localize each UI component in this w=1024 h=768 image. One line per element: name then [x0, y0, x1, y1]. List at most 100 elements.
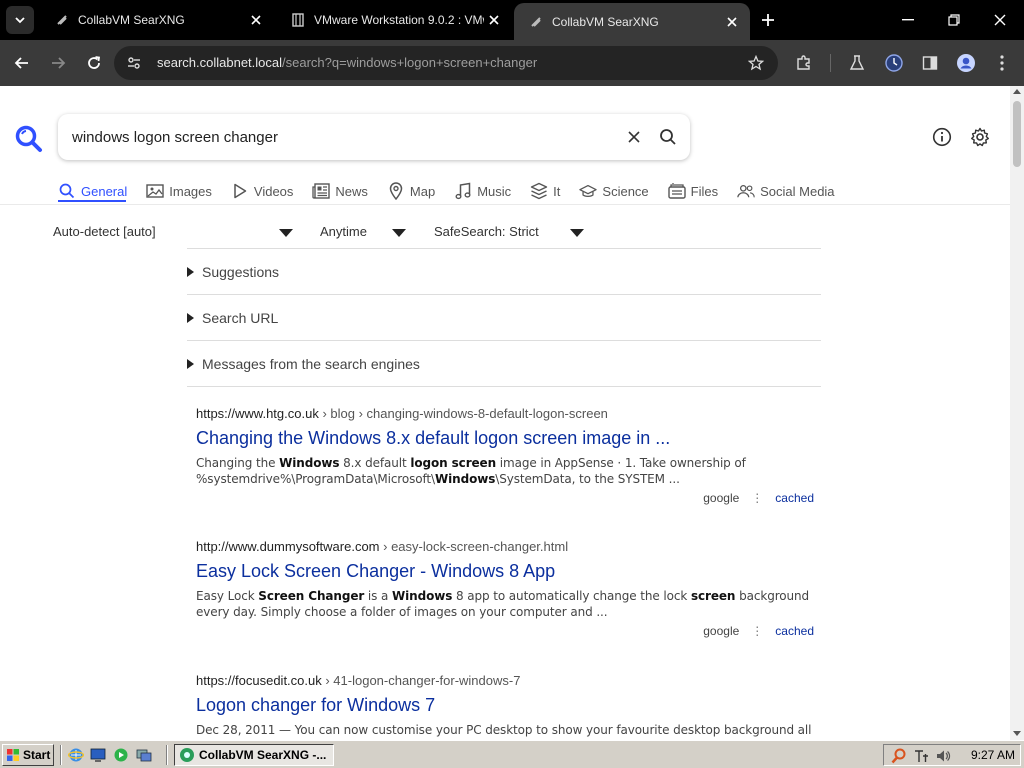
expand-triangle-icon — [187, 359, 194, 369]
snippet-text: Dec 28, 2011 — You can now customise you… — [196, 723, 812, 737]
section-label: Suggestions — [202, 264, 280, 280]
time-range-select[interactable]: Anytime — [320, 224, 367, 239]
tab-collabvm-searxng-active[interactable]: CollabVM SearXNG — [514, 3, 750, 40]
more-vertical-icon — [1000, 55, 1004, 71]
back-button[interactable] — [8, 49, 36, 77]
profile-button[interactable] — [954, 51, 978, 75]
tab-it[interactable]: It — [530, 178, 560, 204]
language-select[interactable]: Auto-detect [auto] — [53, 224, 156, 239]
tab-strip: CollabVM SearXNG VMware Workstation 9.0.… — [0, 0, 1024, 61]
tab-images[interactable]: Images — [146, 178, 212, 204]
window-switcher-icon[interactable] — [136, 747, 152, 763]
forward-button[interactable] — [44, 49, 72, 77]
tab-videos[interactable]: Videos — [231, 178, 293, 204]
extension-badge-icon — [885, 54, 903, 72]
newspaper-icon — [312, 182, 331, 200]
url-text[interactable]: search.collabnet.local/search?q=windows+… — [157, 55, 537, 70]
close-icon — [994, 14, 1006, 26]
chevron-down-icon — [15, 17, 25, 24]
tab-music[interactable]: Music — [454, 178, 511, 204]
result-title-link[interactable]: Easy Lock Screen Changer - Windows 8 App — [196, 561, 816, 582]
scroll-down-arrow-icon[interactable] — [1013, 731, 1021, 736]
gear-icon — [971, 127, 989, 147]
side-panel-button[interactable] — [918, 51, 942, 75]
language-dropdown-icon[interactable] — [279, 229, 293, 237]
safesearch-select[interactable]: SafeSearch: Strict — [434, 224, 539, 239]
safesearch-dropdown-icon[interactable] — [570, 229, 584, 237]
result-title-link[interactable]: Logon changer for Windows 7 — [196, 695, 816, 716]
about-button[interactable] — [931, 126, 953, 148]
close-tab-icon[interactable] — [722, 12, 742, 32]
address-bar[interactable]: search.collabnet.local/search?q=windows+… — [114, 46, 778, 80]
searxng-favicon-icon — [528, 14, 544, 30]
tab-science[interactable]: Science — [579, 178, 649, 204]
minimize-button[interactable] — [886, 4, 930, 36]
page-scrollbar[interactable] — [1010, 86, 1024, 740]
scroll-up-arrow-icon[interactable] — [1013, 89, 1021, 94]
snippet-text: 8 app to automatically change the lock — [452, 589, 691, 603]
cached-link[interactable]: cached — [775, 624, 814, 638]
result-engines: google ⋮ cached — [703, 624, 814, 638]
close-tab-icon[interactable] — [484, 10, 504, 30]
internet-explorer-icon[interactable] — [68, 747, 84, 763]
tab-search-button[interactable] — [6, 6, 34, 34]
tab-label: Map — [409, 183, 436, 199]
tab-social-media[interactable]: Social Media — [737, 178, 835, 204]
tab-files[interactable]: Files — [667, 178, 718, 204]
result-url[interactable]: https://www.htg.co.uk › blog › changing-… — [196, 406, 816, 421]
snippet-text: every day. Simply choose a folder of ima… — [196, 605, 608, 619]
snippet-text: Changing the — [196, 456, 280, 470]
browser-menu-button[interactable] — [990, 51, 1014, 75]
info-icon — [932, 127, 952, 147]
layers-icon — [530, 182, 548, 200]
arrow-right-icon — [52, 57, 66, 69]
searxng-favicon-icon — [54, 12, 70, 28]
search-input[interactable] — [72, 124, 612, 150]
bookmark-star-button[interactable] — [746, 53, 766, 73]
map-pin-icon — [387, 182, 405, 200]
snippet-highlight: screen — [690, 589, 736, 603]
reload-button[interactable] — [80, 49, 108, 77]
restore-button[interactable] — [932, 4, 976, 36]
close-tab-icon[interactable] — [246, 10, 266, 30]
engine-messages-section[interactable]: Messages from the search engines — [187, 340, 821, 386]
tab-news[interactable]: News — [312, 178, 368, 204]
volume-icon[interactable] — [934, 747, 952, 765]
show-desktop-icon[interactable] — [90, 747, 106, 763]
searxng-logo[interactable] — [14, 124, 44, 154]
taskbar-item-browser[interactable]: CollabVM SearXNG -... — [174, 744, 334, 766]
tab-label: Images — [169, 183, 212, 199]
tab-vmware-workstation[interactable]: VMware Workstation 9.0.2 : VMware — [276, 4, 512, 36]
tab-collabvm-searxng-1[interactable]: CollabVM SearXNG — [40, 4, 274, 36]
start-button[interactable]: Start — [2, 744, 54, 766]
search-tray-icon[interactable] — [890, 747, 908, 765]
clear-search-button[interactable] — [624, 127, 644, 147]
puzzle-piece-icon — [797, 55, 810, 70]
tab-title: VMware Workstation 9.0.2 : VMware — [314, 13, 484, 27]
snippet-text: image in AppSense · 1. Take ownership of — [496, 456, 746, 470]
search-icon — [58, 182, 76, 200]
scroll-thumb[interactable] — [1013, 101, 1021, 167]
suggestions-section[interactable]: Suggestions — [187, 248, 821, 294]
cached-link[interactable]: cached — [775, 491, 814, 505]
extension-button[interactable] — [882, 51, 906, 75]
tab-map[interactable]: Map — [387, 178, 435, 204]
graduation-cap-icon — [579, 182, 598, 200]
snippet-line: Easy Lock Screen Changer is a Windows 8 … — [196, 588, 816, 604]
extensions-button[interactable] — [792, 51, 816, 75]
result-title-link[interactable]: Changing the Windows 8.x default logon s… — [196, 428, 816, 449]
close-window-button[interactable] — [978, 4, 1022, 36]
result-url[interactable]: https://focusedit.co.uk › 41-logon-chang… — [196, 673, 816, 688]
search-url-section[interactable]: Search URL — [187, 294, 821, 340]
toolbar-separator — [830, 54, 831, 72]
new-tab-button[interactable] — [757, 9, 779, 31]
category-tabs: General Images Videos News Map Music It — [58, 178, 854, 204]
preferences-button[interactable] — [969, 126, 991, 148]
time-range-dropdown-icon[interactable] — [392, 229, 406, 237]
result-url[interactable]: http://www.dummysoftware.com › easy-lock… — [196, 539, 816, 554]
site-settings-icon[interactable] — [124, 53, 144, 73]
search-submit-button[interactable] — [657, 126, 679, 148]
language-bar-icon[interactable] — [912, 747, 930, 765]
labs-button[interactable] — [845, 51, 869, 75]
media-player-icon[interactable] — [113, 747, 129, 763]
